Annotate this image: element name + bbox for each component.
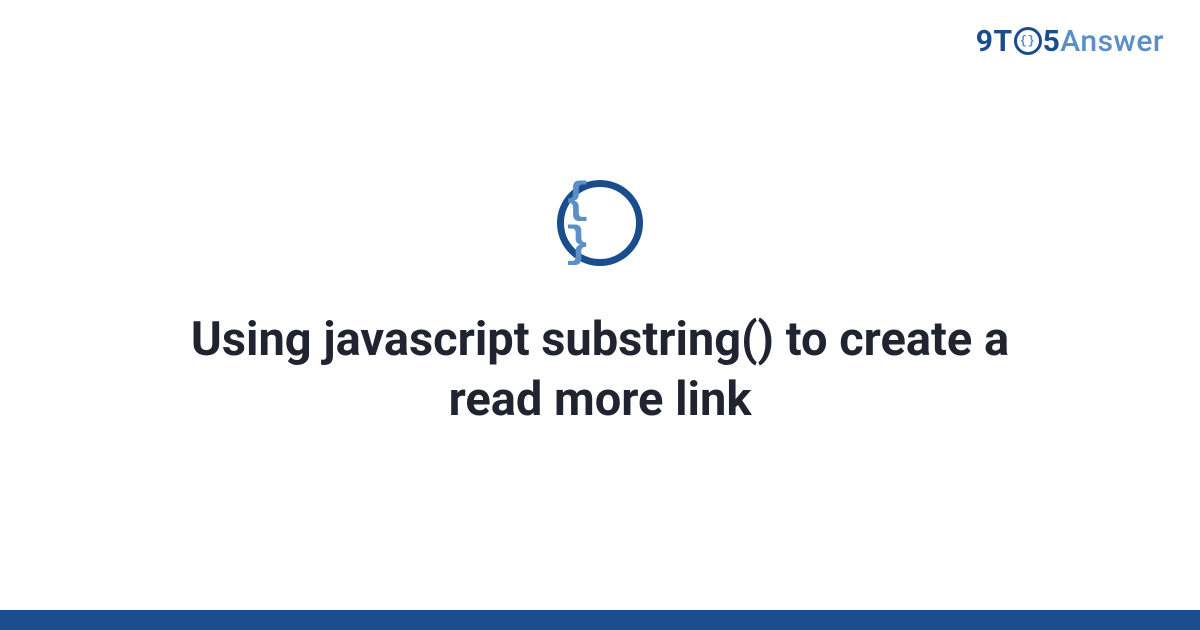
main-content: { } Using javascript substring() to crea… [0,0,1200,610]
page-title: Using javascript substring() to create a… [150,310,1050,430]
code-braces-icon: { } [564,179,636,267]
topic-icon-circle: { } [557,180,643,266]
footer-bar [0,610,1200,630]
